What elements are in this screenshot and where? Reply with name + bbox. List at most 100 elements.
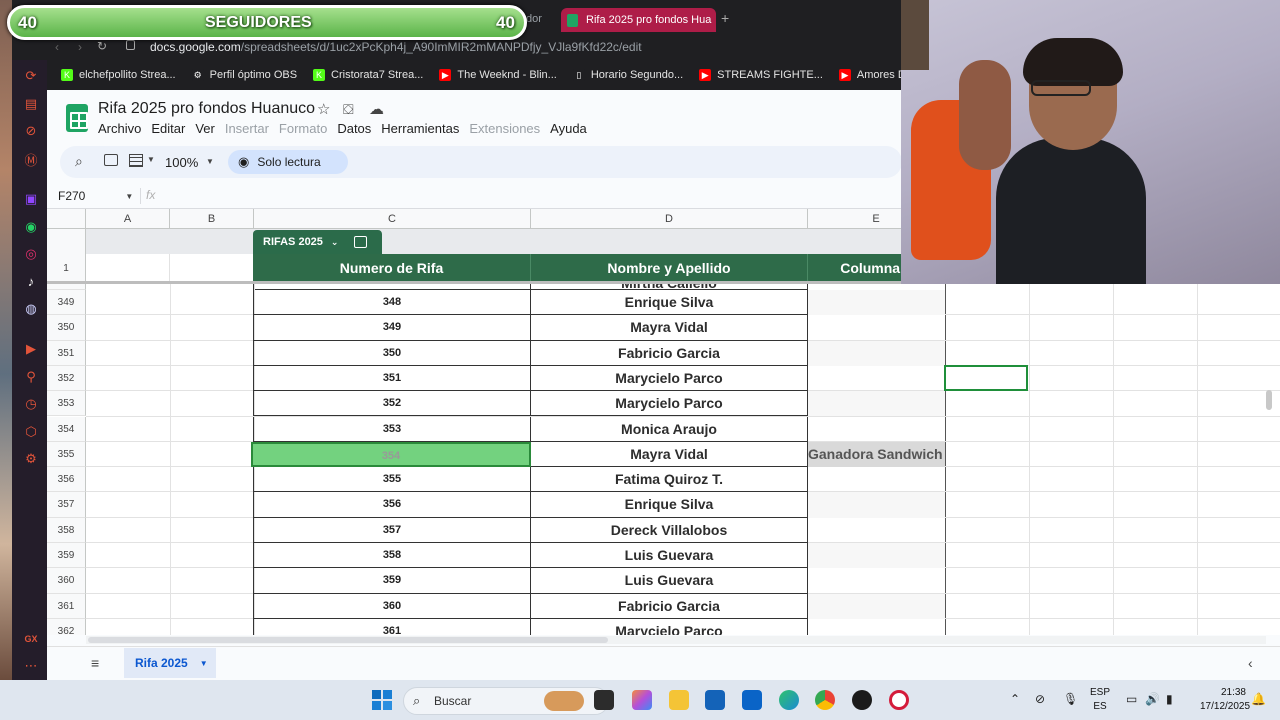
participant-name-cell[interactable]: Mayra Vidal: [531, 315, 808, 341]
instagram-icon[interactable]: ◎: [22, 245, 40, 263]
sheets-logo-icon[interactable]: [66, 104, 88, 132]
row-number[interactable]: 349: [47, 290, 86, 316]
active-tab[interactable]: Rifa 2025 pro fondos Hua: [561, 8, 716, 32]
columna-1-cell[interactable]: [808, 340, 945, 366]
discord-icon[interactable]: ◍: [22, 300, 40, 318]
row-number[interactable]: 350: [47, 315, 86, 341]
start-icon[interactable]: [372, 690, 392, 710]
menu-extensiones[interactable]: Extensiones: [469, 121, 540, 136]
search-icon[interactable]: ⌕: [75, 153, 83, 170]
columna-1-cell[interactable]: [808, 568, 945, 593]
all-sheets-icon[interactable]: ≡: [91, 655, 99, 671]
show-hidden-icons[interactable]: ⌃: [1010, 692, 1020, 706]
rifa-number-cell[interactable]: 353: [253, 416, 531, 442]
row-number[interactable]: 358: [47, 517, 86, 543]
vertical-scrollbar[interactable]: [1266, 390, 1272, 410]
network-off-icon[interactable]: ⊘: [1035, 692, 1045, 706]
bookmark-item[interactable]: Kelchefpollito Strea...: [53, 60, 184, 90]
doc-title[interactable]: Rifa 2025 pro fondos Huanuco: [98, 100, 315, 118]
participant-name-cell[interactable]: Enrique Silva: [531, 492, 808, 518]
edge-icon[interactable]: [779, 690, 799, 710]
horizontal-scroll-thumb[interactable]: [88, 637, 608, 643]
slash-icon[interactable]: ⊘: [22, 122, 40, 140]
participant-name-cell[interactable]: Monica Araujo: [531, 416, 808, 442]
previous-tab-label[interactable]: dor: [526, 13, 542, 25]
selected-cell[interactable]: [944, 364, 1028, 392]
participant-name-cell[interactable]: Marycielo Parco: [531, 391, 808, 417]
participant-name-cell[interactable]: Fabricio Garcia: [531, 593, 808, 619]
columna-1-cell[interactable]: [808, 619, 945, 635]
row-number[interactable]: 360: [47, 568, 86, 594]
rifa-number-cell[interactable]: 360: [253, 593, 531, 619]
column-header-d[interactable]: D: [531, 209, 808, 229]
rifa-number-cell[interactable]: 355: [253, 467, 531, 493]
outlook-icon[interactable]: [742, 690, 762, 710]
forward-icon[interactable]: ›: [78, 40, 82, 54]
rifa-number-cell[interactable]: 352: [253, 391, 531, 417]
tiktok-icon[interactable]: ♪: [22, 272, 40, 290]
reload-icon[interactable]: ↻: [97, 39, 107, 53]
battery-icon[interactable]: ▮: [1166, 692, 1173, 706]
participant-name-cell[interactable]: Dereck Villalobos: [531, 517, 808, 543]
display-icon[interactable]: ▭: [1126, 692, 1137, 706]
bookmark-item[interactable]: K Cristorata7 Strea...: [305, 60, 431, 90]
bookmark-item[interactable]: ⚙ Perfil óptimo OBS: [184, 60, 305, 90]
participant-name-cell[interactable]: Fatima Quiroz T.: [531, 467, 808, 493]
columna-1-cell[interactable]: [808, 417, 945, 442]
columna-1-cell[interactable]: [808, 543, 945, 569]
refresh-icon[interactable]: ⟳: [22, 67, 40, 85]
pin-icon[interactable]: ⚲: [22, 368, 40, 386]
whatsapp-icon[interactable]: ◉: [22, 218, 40, 236]
task-view-icon[interactable]: [594, 690, 614, 710]
opera-gx-icon[interactable]: [889, 690, 909, 710]
columna-1-cell[interactable]: [808, 593, 945, 619]
menu-herramientas[interactable]: Herramientas: [381, 121, 459, 136]
language-indicator[interactable]: ESP ES: [1088, 686, 1112, 714]
menu-editar[interactable]: Editar: [151, 121, 185, 136]
sheet-tab[interactable]: Rifa 2025 ▼: [124, 648, 216, 678]
columna-1-cell[interactable]: [808, 366, 945, 391]
format-icon[interactable]: [129, 154, 143, 167]
participant-name-cell[interactable]: Fabricio Garcia: [531, 340, 808, 366]
select-all-corner[interactable]: [47, 209, 86, 229]
menu-ayuda[interactable]: Ayuda: [550, 121, 587, 136]
column-header-b[interactable]: B: [170, 209, 254, 229]
cube-icon[interactable]: ⬡: [22, 423, 40, 441]
columna-1-cell[interactable]: [808, 518, 945, 543]
columna-1-cell[interactable]: Ganadora Sandwich: [808, 441, 945, 468]
dropdown-icon[interactable]: ▼: [147, 155, 155, 164]
participant-name-cell[interactable]: Marycielo Parco: [531, 365, 808, 392]
zoom-dropdown-icon[interactable]: ▼: [206, 157, 214, 166]
columna-1-cell[interactable]: [808, 290, 945, 316]
menu-ver[interactable]: Ver: [195, 121, 215, 136]
m-icon[interactable]: Ⓜ: [22, 150, 40, 168]
play-icon[interactable]: ▶: [22, 340, 40, 358]
menu-datos[interactable]: Datos: [337, 121, 371, 136]
column-header-c[interactable]: C: [254, 209, 531, 229]
microphone-icon[interactable]: 🎙: [1063, 692, 1078, 706]
bookmark-item[interactable]: ▯ Horario Segundo...: [565, 60, 691, 90]
columna-1-cell[interactable]: [808, 492, 945, 518]
rifa-number-cell[interactable]: 361: [253, 618, 531, 635]
rifa-number-cell[interactable]: 359: [253, 568, 531, 594]
table-name-chip[interactable]: RIFAS 2025 ⌄: [253, 230, 382, 254]
menu-archivo[interactable]: Archivo: [98, 121, 141, 136]
clock[interactable]: 21:38 17/12/2025: [1200, 686, 1250, 714]
name-box[interactable]: F270 ▼: [50, 186, 140, 206]
new-tab-icon[interactable]: +: [721, 10, 729, 26]
columna-1-cell[interactable]: [808, 315, 945, 340]
column-header-a[interactable]: A: [86, 209, 170, 229]
rifa-number-cell[interactable]: 356: [253, 492, 531, 518]
rifa-number-cell[interactable]: 348: [253, 290, 531, 316]
participant-name-cell[interactable]: Marycielo Parco: [531, 618, 808, 635]
url-field[interactable]: docs.google.com/spreadsheets/d/1uc2xPcKp…: [150, 40, 642, 54]
row-number[interactable]: 361: [47, 593, 86, 619]
menu-formato[interactable]: Formato: [279, 121, 327, 136]
notification-icon[interactable]: 🔔: [1251, 692, 1266, 706]
clock-icon[interactable]: ◷: [22, 395, 40, 413]
columna-1-cell[interactable]: [808, 391, 945, 417]
participant-name-cell[interactable]: Mayra Vidal: [531, 441, 808, 468]
participant-name-cell[interactable]: Enrique Silva: [531, 290, 808, 316]
gx-icon[interactable]: GX: [22, 630, 40, 648]
star-icon[interactable]: ☆: [317, 100, 330, 118]
